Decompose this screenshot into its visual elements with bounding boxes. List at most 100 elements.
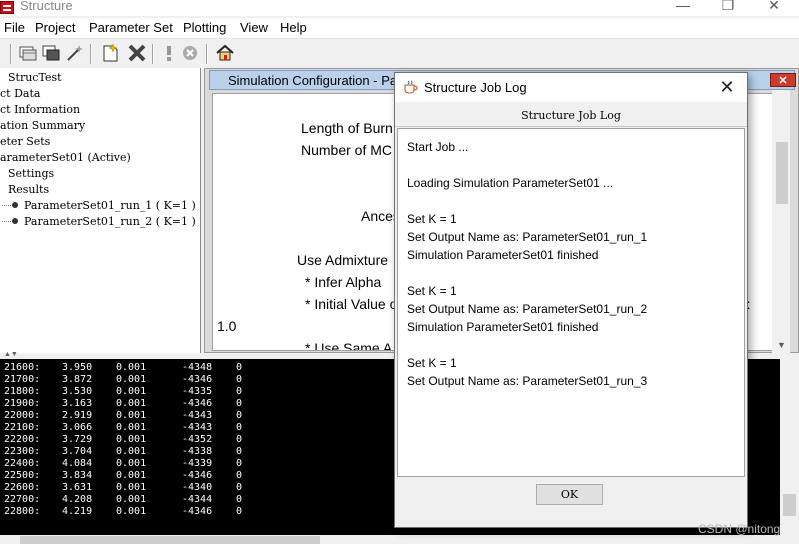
burnin-label: Length of Burn — [301, 120, 393, 136]
tree-item-run-1[interactable]: ParameterSet01_run_1 ( K=1 ) — [2, 199, 196, 212]
menu-view[interactable]: View — [240, 20, 268, 35]
console-vertical-scrollbar[interactable] — [780, 359, 799, 535]
scrollbar-thumb[interactable] — [20, 536, 320, 544]
menu-parameter-set[interactable]: Parameter Set — [89, 20, 173, 35]
alpha-value[interactable]: 1.0 — [217, 318, 236, 334]
log-line: Simulation ParameterSet01 finished — [407, 320, 599, 334]
close-window-button[interactable]: ✕ — [751, 0, 797, 16]
scrollbar-thumb[interactable] — [776, 142, 788, 204]
console-horizontal-scrollbar[interactable] — [0, 535, 799, 544]
log-line: Set Output Name as: ParameterSet01_run_3 — [407, 374, 648, 388]
mcmc-label: Number of MC — [301, 142, 393, 158]
config-title: Simulation Configuration - Pa — [228, 73, 398, 88]
tree-node-icon — [12, 218, 18, 224]
console-cell: -4339 — [182, 458, 213, 469]
maximize-button[interactable]: ❐ — [705, 0, 751, 16]
console-cell: 0.001 — [116, 458, 147, 469]
job-log-text: Start Job ... Loading Simulation Paramete… — [397, 128, 745, 477]
scroll-down-icon[interactable]: ▼ — [777, 340, 786, 350]
console-cell: 2.919 — [62, 410, 93, 421]
windows-icon[interactable] — [41, 43, 61, 63]
console-cell: 0.001 — [116, 410, 147, 421]
console-cell: 0.001 — [116, 386, 147, 397]
config-vertical-scrollbar[interactable]: ▼ — [772, 90, 790, 353]
log-line: Set K = 1 — [407, 356, 457, 370]
console-cell: 22600: — [4, 482, 41, 493]
console-cell: 0.001 — [116, 494, 147, 505]
tree-item-run-2[interactable]: ParameterSet01_run_2 ( K=1 ) — [2, 215, 196, 228]
console-cell: -4343 — [182, 410, 213, 421]
console-cell: 21700: — [4, 374, 41, 385]
console-cell: 3.950 — [62, 362, 93, 373]
config-close-button[interactable]: ✕ — [770, 73, 796, 87]
console-cell: 22300: — [4, 446, 41, 457]
use-same-alpha-label: * Use Same A — [305, 340, 393, 351]
collapse-up-icon[interactable]: ▲▼ — [4, 351, 18, 358]
console-cell: 0 — [236, 482, 243, 493]
console-cell: 3.631 — [62, 482, 93, 493]
log-line: Loading Simulation ParameterSet01 ... — [407, 176, 614, 190]
infer-alpha-label: * Infer Alpha — [305, 274, 382, 290]
tree-item-parameterset01[interactable]: arameterSet01 (Active) — [0, 151, 131, 164]
console-cell: -4346 — [182, 506, 213, 517]
console-cell: 21600: — [4, 362, 41, 373]
console-cell: 3.834 — [62, 470, 93, 481]
console-cell: 0.001 — [116, 446, 147, 457]
toolbar — [0, 40, 799, 68]
minimize-button[interactable]: — — [660, 0, 706, 16]
tree-item-parameter-sets[interactable]: eter Sets — [0, 135, 50, 148]
wand-icon[interactable] — [64, 43, 84, 63]
console-cell: 3.530 — [62, 386, 93, 397]
tree-item-results[interactable]: Results — [8, 183, 49, 196]
console-cell: 0.001 — [116, 482, 147, 493]
window-titlebar: Structure — ❐ ✕ — [0, 0, 799, 16]
new-file-icon[interactable] — [100, 43, 120, 63]
log-line: Set Output Name as: ParameterSet01_run_1 — [407, 230, 648, 244]
console-cell: -4346 — [182, 374, 213, 385]
home-icon[interactable] — [215, 43, 235, 63]
menu-file[interactable]: File — [4, 20, 25, 35]
console-cell: 0 — [236, 434, 243, 445]
console-cell: 0 — [236, 386, 243, 397]
dialog-title: Structure Job Log — [424, 80, 527, 95]
grid-icon[interactable] — [18, 43, 38, 63]
toolbar-separator — [152, 44, 154, 64]
tree-item-label: ParameterSet01_run_1 ( K=1 ) — [24, 199, 196, 212]
delete-icon[interactable] — [127, 43, 147, 63]
dialog-titlebar[interactable]: Structure Job Log ✕ — [395, 73, 747, 102]
dialog-footer: OK — [395, 478, 747, 527]
tree-item-settings[interactable]: Settings — [8, 167, 54, 180]
console-cell: -4348 — [182, 362, 213, 373]
ok-button[interactable]: OK — [536, 484, 603, 505]
scrollbar-thumb[interactable] — [783, 494, 796, 516]
console-cell: -4346 — [182, 398, 213, 409]
console-cell: -4335 — [182, 386, 213, 397]
tree-item-project[interactable]: StrucTest — [8, 71, 62, 84]
console-cell: -4352 — [182, 434, 213, 445]
console-cell: 22400: — [4, 458, 41, 469]
toolbar-separator — [206, 44, 208, 64]
tree-item-summary[interactable]: ation Summary — [0, 119, 85, 132]
console-cell: 0 — [236, 446, 243, 457]
console-cell: 3.729 — [62, 434, 93, 445]
console-cell: 21900: — [4, 398, 41, 409]
log-line: Start Job ... — [407, 140, 469, 154]
menu-project[interactable]: Project — [35, 20, 75, 35]
menu-plotting[interactable]: Plotting — [183, 20, 226, 35]
window-title: Structure — [20, 0, 73, 13]
menu-help[interactable]: Help — [280, 20, 307, 35]
log-line: Set Output Name as: ParameterSet01_run_2 — [407, 302, 648, 316]
dialog-close-button[interactable]: ✕ — [713, 77, 741, 99]
tree-item-information[interactable]: ct Information — [0, 103, 80, 116]
watermark: CSDN @nitong — [698, 522, 781, 536]
tree-connector — [2, 205, 11, 206]
stop-icon[interactable] — [180, 43, 200, 63]
java-cup-icon — [403, 80, 418, 94]
console-cell: -4344 — [182, 494, 213, 505]
run-icon[interactable] — [159, 43, 179, 63]
admixture-label: Use Admixture — [297, 252, 389, 268]
console-cell: 22800: — [4, 506, 41, 517]
project-tree: StrucTest ct Data ct Information ation S… — [0, 68, 201, 353]
toolbar-separator — [90, 44, 92, 64]
tree-item-data[interactable]: ct Data — [0, 87, 40, 100]
